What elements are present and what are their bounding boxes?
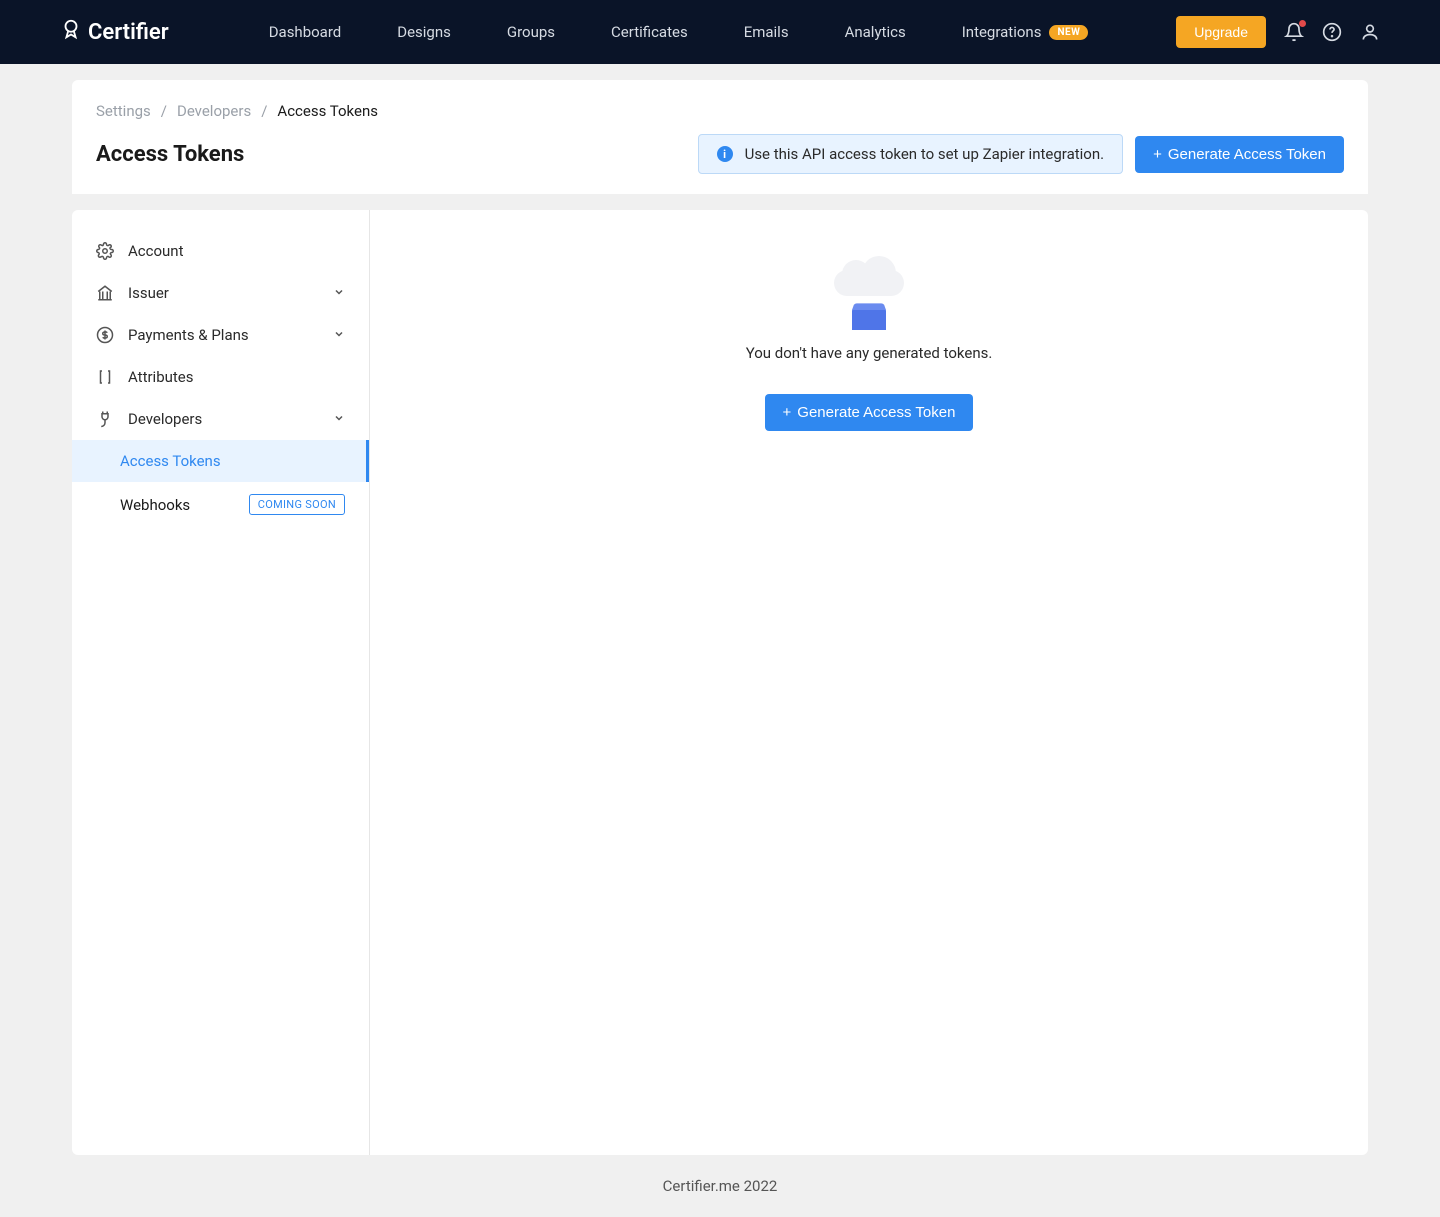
generate-label: Generate Access Token bbox=[797, 404, 955, 421]
breadcrumb-current: Access Tokens bbox=[277, 102, 378, 120]
content-area: You don't have any generated tokens. + G… bbox=[370, 210, 1368, 1155]
plug-icon bbox=[96, 410, 114, 428]
generate-label: Generate Access Token bbox=[1168, 146, 1326, 163]
info-banner: i Use this API access token to set up Za… bbox=[698, 134, 1123, 174]
empty-state-illustration bbox=[824, 270, 914, 330]
coming-soon-tag: COMING SOON bbox=[249, 494, 345, 515]
sidebar-item-attributes[interactable]: Attributes bbox=[72, 356, 369, 398]
header-actions: i Use this API access token to set up Za… bbox=[698, 134, 1344, 174]
topbar-right: Upgrade bbox=[1176, 16, 1380, 48]
sidebar-sub-label: Webhooks bbox=[120, 496, 190, 514]
settings-sidebar: Account Issuer Payments & Plans Attri bbox=[72, 210, 370, 1155]
sidebar-label: Account bbox=[128, 242, 184, 260]
brackets-icon bbox=[96, 368, 114, 386]
page-title: Access Tokens bbox=[96, 142, 244, 167]
nav-groups[interactable]: Groups bbox=[507, 23, 555, 41]
info-icon: i bbox=[717, 146, 733, 162]
plus-icon: + bbox=[783, 404, 792, 421]
sidebar-label: Attributes bbox=[128, 368, 194, 386]
sidebar-sub-access-tokens[interactable]: Access Tokens bbox=[72, 440, 369, 482]
logo[interactable]: Certifier bbox=[60, 18, 169, 46]
chevron-down-icon bbox=[333, 284, 345, 302]
sidebar-item-developers[interactable]: Developers bbox=[72, 398, 369, 440]
generate-token-button-empty[interactable]: + Generate Access Token bbox=[765, 394, 974, 431]
nav-designs[interactable]: Designs bbox=[397, 23, 451, 41]
sidebar-item-payments[interactable]: Payments & Plans bbox=[72, 314, 369, 356]
logo-text: Certifier bbox=[88, 20, 169, 45]
plus-icon: + bbox=[1153, 146, 1162, 163]
header-row: Access Tokens i Use this API access toke… bbox=[96, 134, 1344, 174]
bell-icon[interactable] bbox=[1284, 22, 1304, 42]
badge-new: NEW bbox=[1049, 25, 1088, 40]
breadcrumb-developers[interactable]: Developers bbox=[177, 102, 251, 120]
page-header: Settings / Developers / Access Tokens Ac… bbox=[72, 80, 1368, 194]
user-icon[interactable] bbox=[1360, 22, 1380, 42]
breadcrumb-settings[interactable]: Settings bbox=[96, 102, 151, 120]
dollar-icon bbox=[96, 326, 114, 344]
nav-dashboard[interactable]: Dashboard bbox=[269, 23, 342, 41]
body-card: Account Issuer Payments & Plans Attri bbox=[72, 210, 1368, 1155]
sidebar-sub-webhooks[interactable]: Webhooks COMING SOON bbox=[72, 482, 369, 527]
empty-state-text: You don't have any generated tokens. bbox=[746, 344, 993, 362]
gear-icon bbox=[96, 242, 114, 260]
sidebar-label: Payments & Plans bbox=[128, 326, 249, 344]
footer: Certifier.me 2022 bbox=[0, 1155, 1440, 1217]
sidebar-item-issuer[interactable]: Issuer bbox=[72, 272, 369, 314]
logo-icon bbox=[60, 18, 82, 46]
nav-integrations-label: Integrations bbox=[962, 23, 1042, 41]
breadcrumb: Settings / Developers / Access Tokens bbox=[96, 102, 1344, 120]
help-icon[interactable] bbox=[1322, 22, 1342, 42]
chevron-down-icon bbox=[333, 326, 345, 344]
nav-links: Dashboard Designs Groups Certificates Em… bbox=[269, 23, 1177, 41]
topbar: Certifier Dashboard Designs Groups Certi… bbox=[0, 0, 1440, 64]
notification-dot bbox=[1299, 20, 1306, 27]
bank-icon bbox=[96, 284, 114, 302]
nav-analytics[interactable]: Analytics bbox=[845, 23, 906, 41]
nav-integrations[interactable]: Integrations NEW bbox=[962, 23, 1089, 41]
nav-certificates[interactable]: Certificates bbox=[611, 23, 688, 41]
info-banner-text: Use this API access token to set up Zapi… bbox=[745, 145, 1104, 163]
upgrade-button[interactable]: Upgrade bbox=[1176, 16, 1266, 48]
sidebar-sub-label: Access Tokens bbox=[120, 452, 221, 470]
sidebar-label: Issuer bbox=[128, 284, 169, 302]
sidebar-item-account[interactable]: Account bbox=[72, 230, 369, 272]
chevron-down-icon bbox=[333, 410, 345, 428]
generate-token-button-header[interactable]: + Generate Access Token bbox=[1135, 136, 1344, 173]
sidebar-label: Developers bbox=[128, 410, 202, 428]
nav-emails[interactable]: Emails bbox=[744, 23, 789, 41]
